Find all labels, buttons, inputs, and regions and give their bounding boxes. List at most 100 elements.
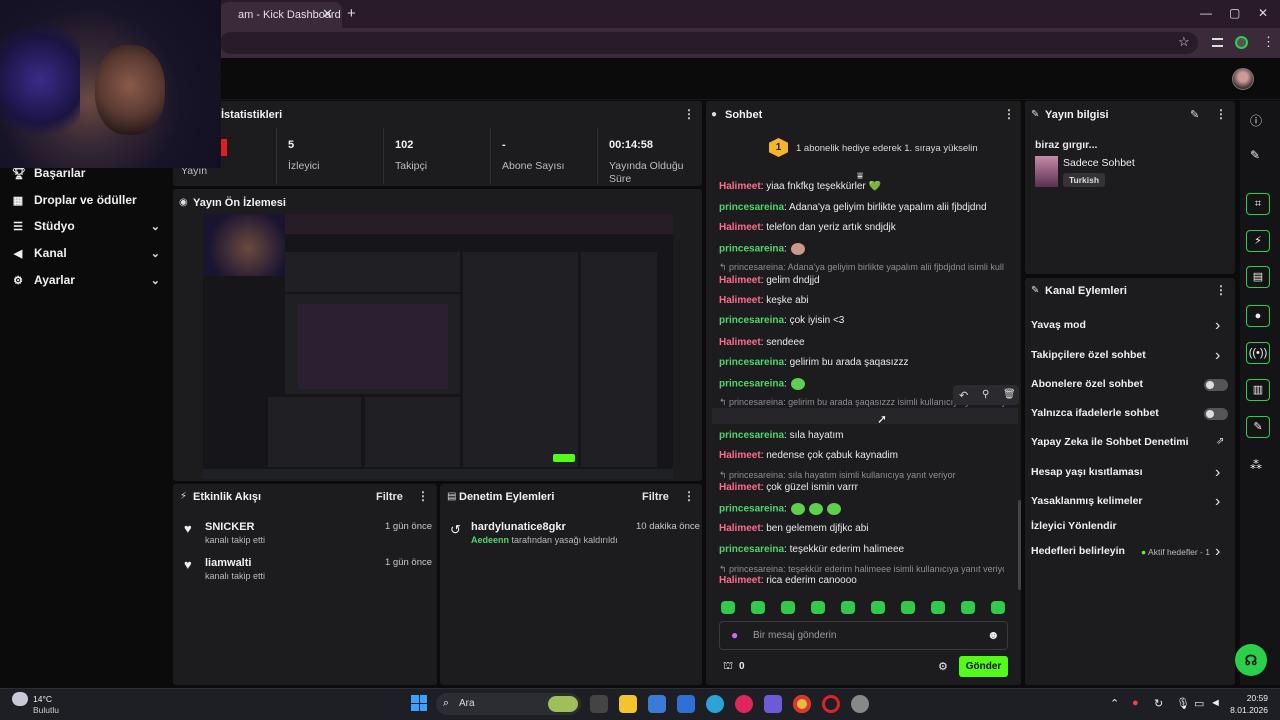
store-icon[interactable] (648, 695, 666, 713)
channel-action-item[interactable]: Yalnızca ifadelerle sohbet (1031, 407, 1159, 419)
moderation-user[interactable]: hardylunatice8gkr (471, 521, 566, 533)
toggle-switch[interactable] (1204, 379, 1228, 391)
channel-action-item[interactable]: Yavaş mod (1031, 319, 1086, 331)
tray-chevron-icon[interactable]: ⌃ (1110, 697, 1119, 710)
pencil-icon[interactable]: ✎ (1250, 148, 1260, 162)
chat-username[interactable]: Halimeet (719, 275, 761, 286)
chat-username[interactable]: princesareina (719, 504, 784, 515)
task-view-icon[interactable] (590, 695, 608, 713)
stream-preview[interactable] (203, 214, 673, 479)
windows-start-icon[interactable] (411, 695, 427, 711)
channel-action-item[interactable]: Yapay Zeka ile Sohbet Denetimi (1031, 436, 1189, 448)
chat-settings-icon[interactable]: ⚙ (938, 660, 948, 673)
category-thumbnail[interactable] (1035, 156, 1058, 187)
chat-username[interactable]: Halimeet (719, 295, 761, 306)
events-filter-button[interactable]: Filtre (376, 491, 403, 503)
chevron-right-icon[interactable]: › (1215, 317, 1220, 335)
emote-icon[interactable] (721, 601, 735, 614)
emote-icon[interactable] (961, 601, 975, 614)
chat-message[interactable]: Halimeet: sendeee (719, 337, 1009, 348)
edge-icon[interactable] (706, 695, 724, 713)
media-player-icon[interactable] (735, 695, 753, 713)
more-icon[interactable]: ⋮ (683, 489, 695, 503)
chat-username[interactable]: princesareina (719, 315, 784, 326)
chat-message[interactable]: Halimeet: nedense çok çabuk kaynadim (719, 450, 1009, 461)
channel-action-item[interactable]: İzleyici Yönlendir (1031, 520, 1117, 532)
nav-item-studio[interactable]: ☰ Stüdyo ⌄ (12, 219, 160, 233)
weather-temp[interactable]: 14°C (33, 694, 52, 704)
pin-icon[interactable]: ⚲ (982, 389, 989, 400)
channel-action-item[interactable]: Abonelere özel sohbet (1031, 378, 1143, 390)
chat-username[interactable]: Halimeet (719, 181, 761, 192)
url-input[interactable] (220, 32, 1198, 54)
chat-message[interactable]: princesareina: (719, 243, 1009, 255)
microphone-tray-icon[interactable]: 🎙︎ (1176, 697, 1190, 710)
chat-reply-context[interactable]: ↰ princesareina: sıla hayatım isimli kul… (719, 470, 1004, 481)
send-button[interactable]: Gönder (959, 656, 1008, 677)
more-icon[interactable]: ⋮ (417, 489, 429, 503)
chat-message[interactable]: Halimeet: rica ederim canoooo (719, 575, 1009, 586)
chat-username[interactable]: princesareina (719, 430, 784, 441)
chat-username[interactable]: Halimeet (719, 450, 761, 461)
chevron-right-icon[interactable]: › (1215, 543, 1220, 561)
chat-username[interactable]: princesareina (719, 244, 784, 255)
moderator-name[interactable]: Aedeenn (471, 535, 509, 545)
chrome-icon[interactable] (793, 695, 811, 713)
extension-icon[interactable] (1235, 36, 1248, 49)
chat-username[interactable]: princesareina (719, 544, 784, 555)
chat-message[interactable]: princesareina: (719, 503, 1009, 515)
mail-icon[interactable] (677, 695, 695, 713)
gift-promo-text[interactable]: 1 abonelik hediye ederek 1. sıraya yükse… (796, 143, 978, 154)
info-icon[interactable]: ⓘ (1250, 112, 1262, 129)
emote-icon[interactable] (871, 601, 885, 614)
maximize-button[interactable]: ▢ (1229, 6, 1240, 20)
avatar[interactable] (1232, 68, 1254, 90)
chat-username[interactable]: princesareina (719, 379, 784, 390)
chat-scrollbar[interactable] (1018, 500, 1021, 590)
support-headset-icon[interactable]: ☊ (1235, 644, 1267, 676)
channel-action-item[interactable]: Yasaklanmış kelimeler (1031, 495, 1143, 507)
chevron-right-icon[interactable]: › (1215, 493, 1220, 511)
event-user[interactable]: SNICKER (205, 521, 255, 533)
opera-icon[interactable] (822, 695, 840, 713)
broadcast-icon[interactable]: ((•)) (1246, 342, 1270, 364)
tray-app-icon[interactable]: ● (1132, 697, 1139, 709)
bookmark-star-icon[interactable]: ☆ (1178, 34, 1190, 50)
network-icon[interactable]: ▭ (1194, 697, 1204, 710)
nav-item-channel[interactable]: ◀ Kanal ⌄ (12, 246, 160, 260)
more-icon[interactable]: ⋮ (683, 107, 695, 121)
event-user[interactable]: liamwalti (205, 557, 251, 569)
wrench-icon[interactable]: ✎ (1246, 416, 1270, 438)
channel-action-item[interactable]: Hesap yaşı kısıtlaması (1031, 466, 1143, 478)
chat-message[interactable]: Halimeet: gelim dndjjd (719, 275, 1009, 286)
chat-bubble-icon[interactable]: ● (1246, 305, 1270, 327)
edit-icon[interactable]: ✎ (1190, 108, 1199, 121)
chat-username[interactable]: Halimeet (719, 222, 761, 233)
toggle-switch[interactable] (1204, 408, 1228, 420)
chat-message[interactable]: Halimeet: ben gelemem djfjkc abi (719, 523, 1009, 534)
channel-action-item[interactable]: Hedefleri belirleyin (1031, 545, 1125, 557)
close-window-button[interactable]: ✕ (1258, 6, 1268, 20)
chat-reply-context[interactable]: ↰ princesareina: teşekkür ederim halimee… (719, 564, 1004, 575)
emote-icon[interactable] (751, 601, 765, 614)
chat-message[interactable]: princesareina: sıla hayatım (719, 430, 1009, 441)
chat-username[interactable]: Halimeet (719, 337, 761, 348)
microphone-icon[interactable]: ● (731, 628, 738, 642)
volume-icon[interactable]: ◄ (1210, 697, 1221, 709)
more-icon[interactable]: ⋮ (1003, 107, 1015, 121)
moderation-filter-button[interactable]: Filtre (642, 491, 669, 503)
more-icon[interactable]: ⋮ (1215, 107, 1227, 121)
weather-desc[interactable]: Bulutlu (33, 705, 59, 715)
stream-category[interactable]: Sadece Sohbet (1063, 157, 1135, 169)
channel-action-item[interactable]: Takipçilere özel sohbet (1031, 349, 1146, 361)
emote-icon[interactable] (781, 601, 795, 614)
apps-icon[interactable]: ⁂ (1250, 458, 1262, 472)
chat-username[interactable]: princesareina (719, 202, 784, 213)
chat-message[interactable]: princesareina: teşekkür ederim halimeee (719, 544, 1009, 555)
emoji-icon[interactable]: ☻ (987, 628, 1000, 642)
more-icon[interactable]: ⋮ (1215, 283, 1227, 297)
chat-message[interactable]: Halimeet: telefon dan yeriz artık sndjdj… (719, 222, 1009, 233)
tray-sync-icon[interactable]: ↻ (1154, 697, 1163, 710)
chat-message[interactable]: Halimeet: keşke abi (719, 295, 1009, 306)
nav-item-settings[interactable]: ⚙ Ayarlar ⌄ (12, 273, 160, 287)
